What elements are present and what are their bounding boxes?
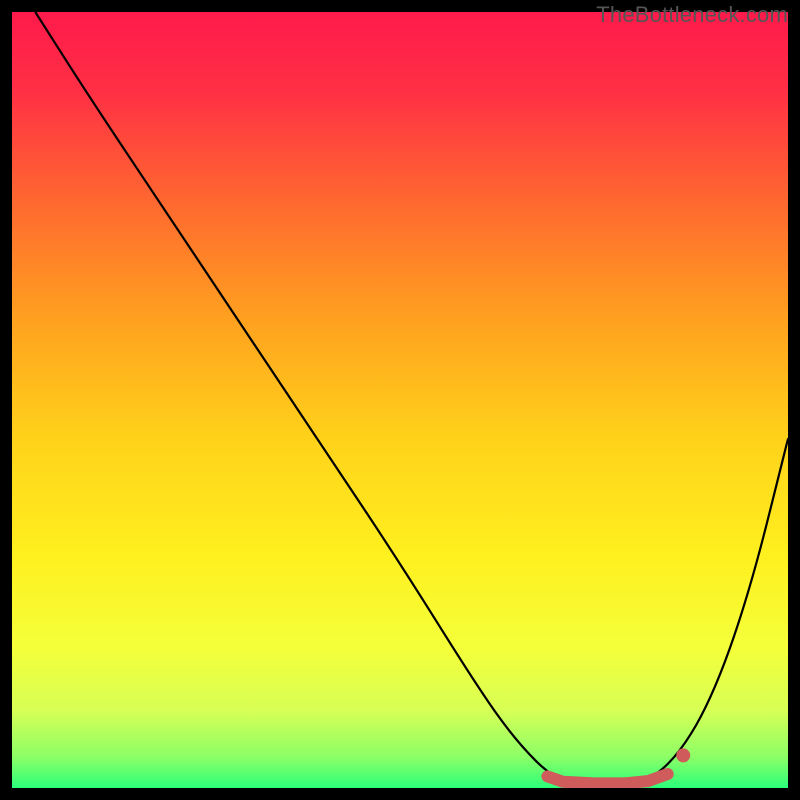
chart-frame: [12, 12, 788, 788]
chart-background: [12, 12, 788, 788]
optimal-point-marker: [676, 748, 690, 762]
watermark-text: TheBottleneck.com: [596, 2, 788, 28]
chart-svg: [12, 12, 788, 788]
